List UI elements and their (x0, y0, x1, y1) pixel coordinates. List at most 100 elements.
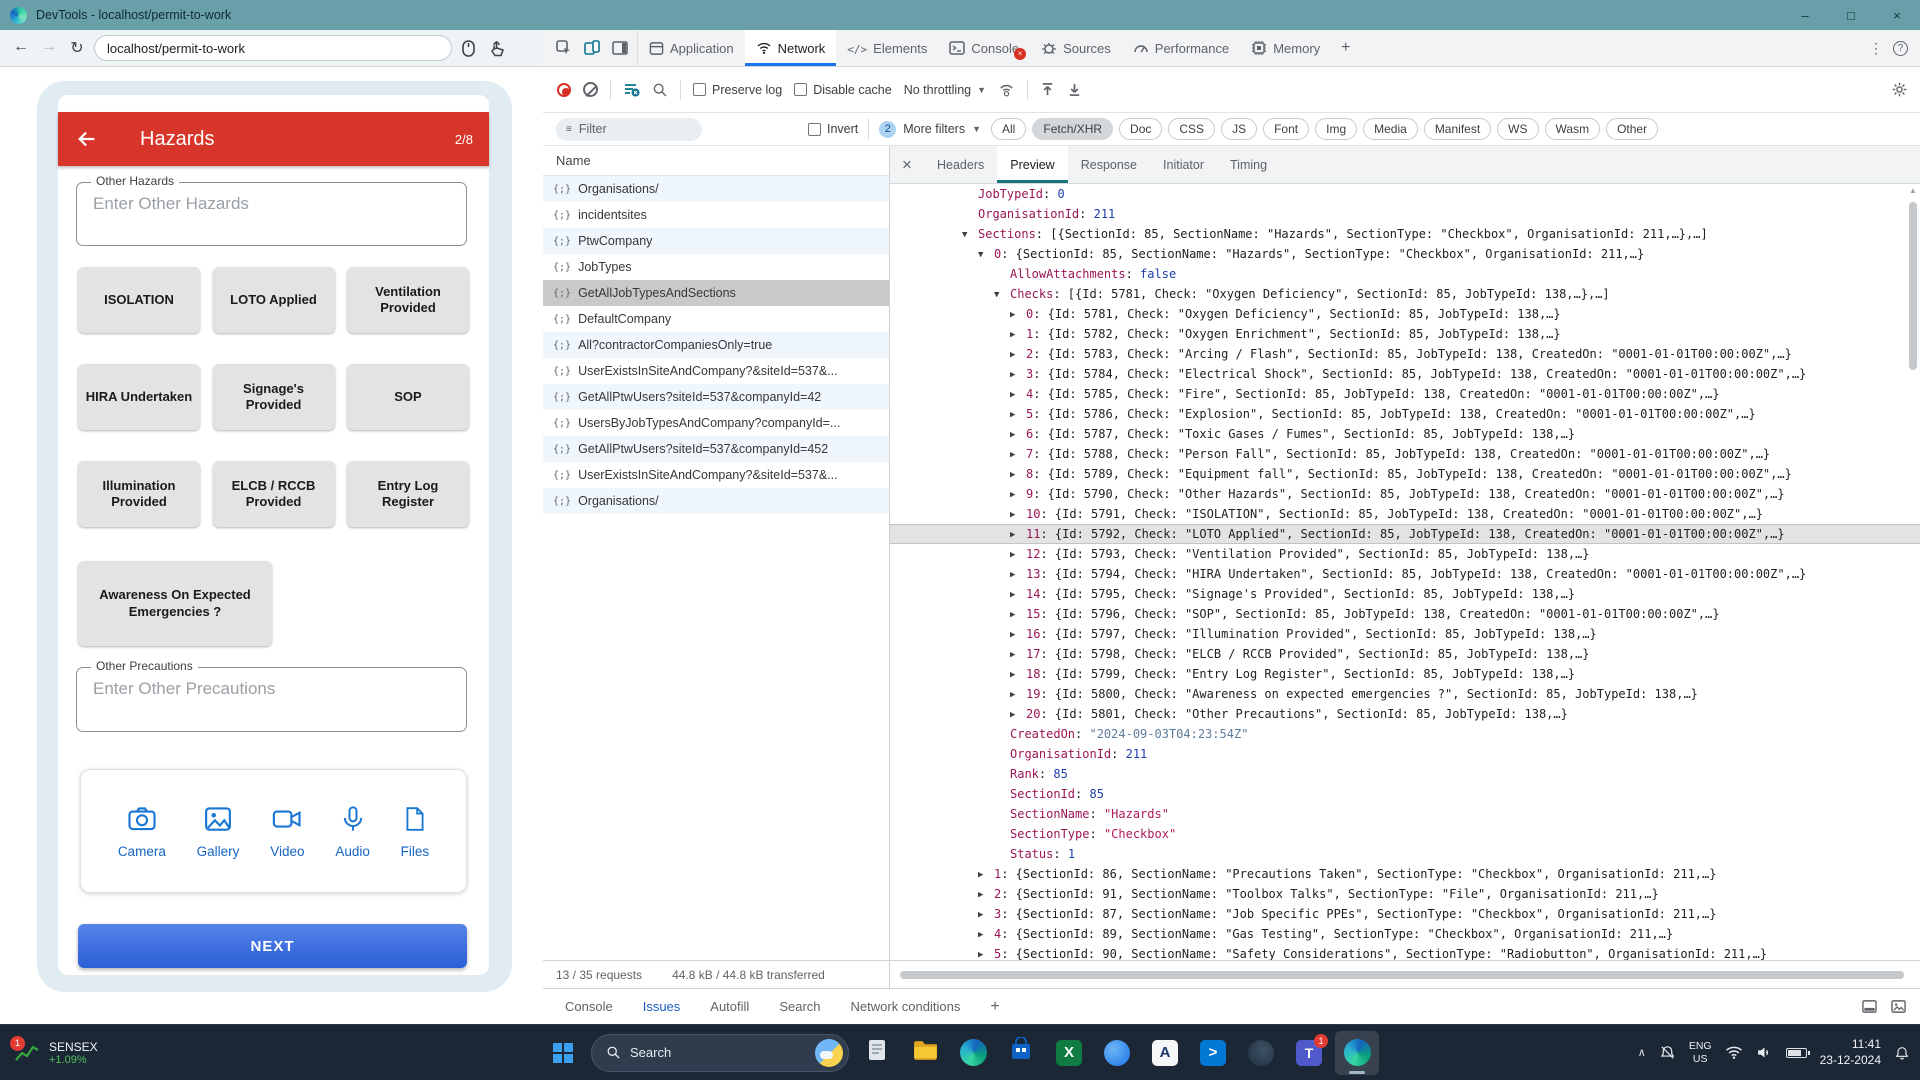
notification-bell-icon[interactable] (1894, 1045, 1910, 1061)
expand-icon[interactable]: ▶ (1010, 425, 1026, 445)
record-icon[interactable] (557, 83, 571, 97)
file-explorer-taskbar-button[interactable] (903, 1031, 947, 1075)
camera-button[interactable]: Camera (118, 804, 166, 859)
hazard-button[interactable]: ISOLATION (78, 267, 200, 333)
hazard-button[interactable]: Entry Log Register (347, 461, 469, 527)
volume-icon[interactable] (1756, 1045, 1773, 1060)
expand-icon[interactable]: ▶ (1010, 385, 1026, 405)
close-button[interactable]: × (1874, 0, 1920, 30)
dock-icon[interactable] (607, 40, 633, 56)
hazard-button[interactable]: Illumination Provided (78, 461, 200, 527)
hazard-button[interactable]: HIRA Undertaken (78, 364, 200, 430)
tree-line[interactable]: ▶11: {Id: 5792, Check: "LOTO Applied", S… (890, 524, 1920, 544)
request-list-header[interactable]: Name (543, 146, 889, 176)
excel-taskbar-button[interactable]: X (1047, 1031, 1091, 1075)
expand-icon[interactable]: ▶ (1010, 405, 1026, 425)
tree-line[interactable]: ▶20: {Id: 5801, Check: "Other Precaution… (890, 704, 1920, 724)
tree-line[interactable]: ▶15: {Id: 5796, Check: "SOP", SectionId:… (890, 604, 1920, 624)
request-row[interactable]: {;}UserExistsInSiteAndCompany?&siteId=53… (543, 358, 889, 384)
more-drawer-tabs-button[interactable]: + (990, 998, 999, 1016)
tree-line[interactable]: ▶2: {Id: 5783, Check: "Arcing / Flash", … (890, 344, 1920, 364)
chip-fetchxhr[interactable]: Fetch/XHR (1032, 118, 1113, 140)
collapse-icon[interactable]: ▼ (994, 285, 1010, 305)
chip-img[interactable]: Img (1315, 118, 1357, 140)
expand-icon[interactable]: ▶ (1010, 605, 1026, 625)
preserve-log-checkbox[interactable]: Preserve log (693, 83, 782, 97)
expand-icon[interactable]: ▶ (1010, 465, 1026, 485)
audio-button[interactable]: Audio (335, 804, 370, 859)
gallery-button[interactable]: Gallery (197, 804, 240, 859)
expand-icon[interactable]: ▶ (1010, 625, 1026, 645)
gear-icon[interactable] (1891, 81, 1908, 98)
help-icon[interactable]: ? (1893, 41, 1908, 56)
tree-line[interactable]: ▶4: {SectionId: 89, SectionName: "Gas Te… (890, 924, 1920, 944)
request-row[interactable]: {;}JobTypes (543, 254, 889, 280)
tree-line[interactable]: ▶6: {Id: 5787, Check: "Toxic Gases / Fum… (890, 424, 1920, 444)
clear-icon[interactable] (583, 82, 598, 97)
expand-icon[interactable]: ▶ (1010, 645, 1026, 665)
expand-icon[interactable]: ▶ (1010, 685, 1026, 705)
tree-line[interactable]: ▶5: {Id: 5786, Check: "Explosion", Secti… (890, 404, 1920, 424)
expand-icon[interactable]: ▶ (978, 925, 994, 945)
expand-icon[interactable]: ▶ (1010, 445, 1026, 465)
tree-line[interactable]: ▶8: {Id: 5789, Check: "Equipment fall", … (890, 464, 1920, 484)
document-app-taskbar-button[interactable] (855, 1031, 899, 1075)
request-row[interactable]: {;}GetAllPtwUsers?siteId=537&companyId=4… (543, 436, 889, 462)
screenshot-icon[interactable] (1891, 999, 1906, 1014)
start-button[interactable] (541, 1031, 585, 1075)
tree-line[interactable]: ▶10: {Id: 5791, Check: "ISOLATION", Sect… (890, 504, 1920, 524)
tree-line[interactable]: ▶2: {SectionId: 91, SectionName: "Toolbo… (890, 884, 1920, 904)
tab-application[interactable]: Application (638, 30, 745, 66)
tab-sources[interactable]: Sources (1030, 30, 1122, 66)
request-row[interactable]: {;}incidentsites (543, 202, 889, 228)
tree-line[interactable]: ▼Sections: [{SectionId: 85, SectionName:… (890, 224, 1920, 244)
chip-js[interactable]: JS (1221, 118, 1257, 140)
taskbar-search[interactable]: Search (591, 1034, 849, 1072)
expand-icon[interactable]: ▶ (1010, 565, 1026, 585)
drawer-tab-autofill[interactable]: Autofill (710, 999, 749, 1014)
filter-input[interactable]: ≡ Filter (556, 118, 702, 141)
tree-line[interactable]: ▶1: {Id: 5782, Check: "Oxygen Enrichment… (890, 324, 1920, 344)
chip-manifest[interactable]: Manifest (1424, 118, 1491, 140)
hazard-button[interactable]: SOP (347, 364, 469, 430)
tree-line[interactable]: ▶3: {Id: 5784, Check: "Electrical Shock"… (890, 364, 1920, 384)
hazard-button[interactable]: LOTO Applied (213, 267, 335, 333)
expand-icon[interactable]: ▶ (978, 905, 994, 925)
expand-icon[interactable]: ▶ (978, 945, 994, 961)
export-har-icon[interactable] (1067, 82, 1082, 97)
drawer-tab-console[interactable]: Console (565, 999, 613, 1014)
expand-icon[interactable]: ▶ (1010, 305, 1026, 325)
collapse-icon[interactable]: ▼ (978, 245, 994, 265)
chip-ws[interactable]: WS (1497, 118, 1538, 140)
import-har-icon[interactable] (1040, 82, 1055, 97)
tree-line[interactable]: ▶5: {SectionId: 90, SectionName: "Safety… (890, 944, 1920, 960)
other-precautions-field[interactable]: Other Precautions Enter Other Precaution… (76, 667, 467, 732)
tab-memory[interactable]: Memory (1240, 30, 1331, 66)
tab-console[interactable]: Console× (938, 30, 1030, 66)
mouse-icon[interactable] (456, 40, 480, 57)
dock-bottom-icon[interactable] (1862, 999, 1877, 1014)
tree-line[interactable]: ▶18: {Id: 5799, Check: "Entry Log Regist… (890, 664, 1920, 684)
tree-line[interactable]: ▶4: {Id: 5785, Check: "Fire", SectionId:… (890, 384, 1920, 404)
request-row[interactable]: {;}GetAllPtwUsers?siteId=537&companyId=4… (543, 384, 889, 410)
next-button[interactable]: NEXT (78, 924, 467, 968)
hazard-button[interactable]: ELCB / RCCB Provided (213, 461, 335, 527)
drawer-tab-issues[interactable]: Issues (643, 999, 681, 1014)
detail-tab-initiator[interactable]: Initiator (1150, 146, 1217, 183)
request-row[interactable]: {;}Organisations/ (543, 176, 889, 202)
back-button[interactable] (76, 128, 98, 150)
detail-tab-response[interactable]: Response (1068, 146, 1150, 183)
chip-doc[interactable]: Doc (1119, 118, 1162, 140)
kebab-menu-icon[interactable]: ⋮ (1869, 40, 1883, 57)
device-toolbar-icon[interactable] (579, 40, 605, 56)
forward-icon[interactable]: → (36, 38, 62, 58)
hazard-button[interactable]: Ventilation Provided (347, 267, 469, 333)
blue-app-taskbar-button[interactable] (1095, 1031, 1139, 1075)
vscode-taskbar-button[interactable]: > (1191, 1031, 1235, 1075)
collapse-icon[interactable]: ▼ (962, 225, 978, 245)
expand-icon[interactable]: ▶ (1010, 545, 1026, 565)
vertical-scrollbar[interactable]: ▲ (1907, 186, 1919, 958)
expand-icon[interactable]: ▶ (978, 865, 994, 885)
tree-line[interactable]: ▶12: {Id: 5793, Check: "Ventilation Prov… (890, 544, 1920, 564)
detail-tab-preview[interactable]: Preview (997, 146, 1067, 183)
